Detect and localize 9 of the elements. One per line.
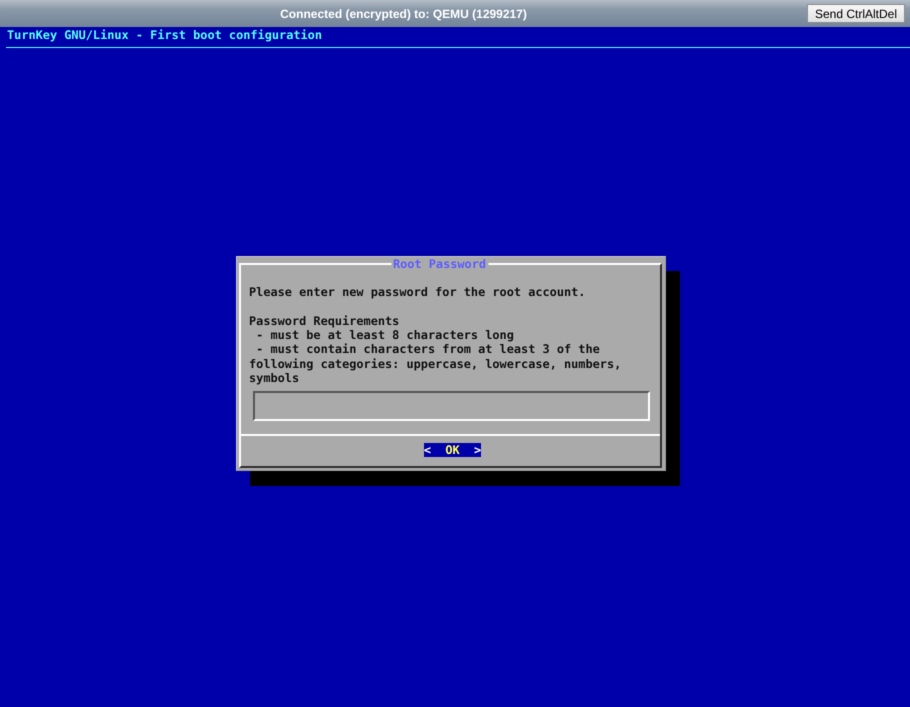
- dialog-message: Please enter new password for the root account.: [249, 285, 586, 300]
- requirement-item: - must contain characters from at least 3 of the following categories: uppercase, lowercase, numbers, symbols: [249, 342, 622, 386]
- requirements-heading: Password Requirements: [249, 314, 400, 328]
- ok-button[interactable]: < OK >: [424, 443, 482, 458]
- console-title: TurnKey GNU/Linux - First boot configuration: [6, 28, 323, 42]
- password-field[interactable]: [253, 391, 650, 422]
- connection-title: Connected (encrypted) to: QEMU (1299217): [279, 6, 528, 20]
- requirement-item: - must be at least 8 characters long: [255, 328, 515, 342]
- send-ctrlaltdel-button[interactable]: Send CtrlAltDel: [807, 4, 905, 23]
